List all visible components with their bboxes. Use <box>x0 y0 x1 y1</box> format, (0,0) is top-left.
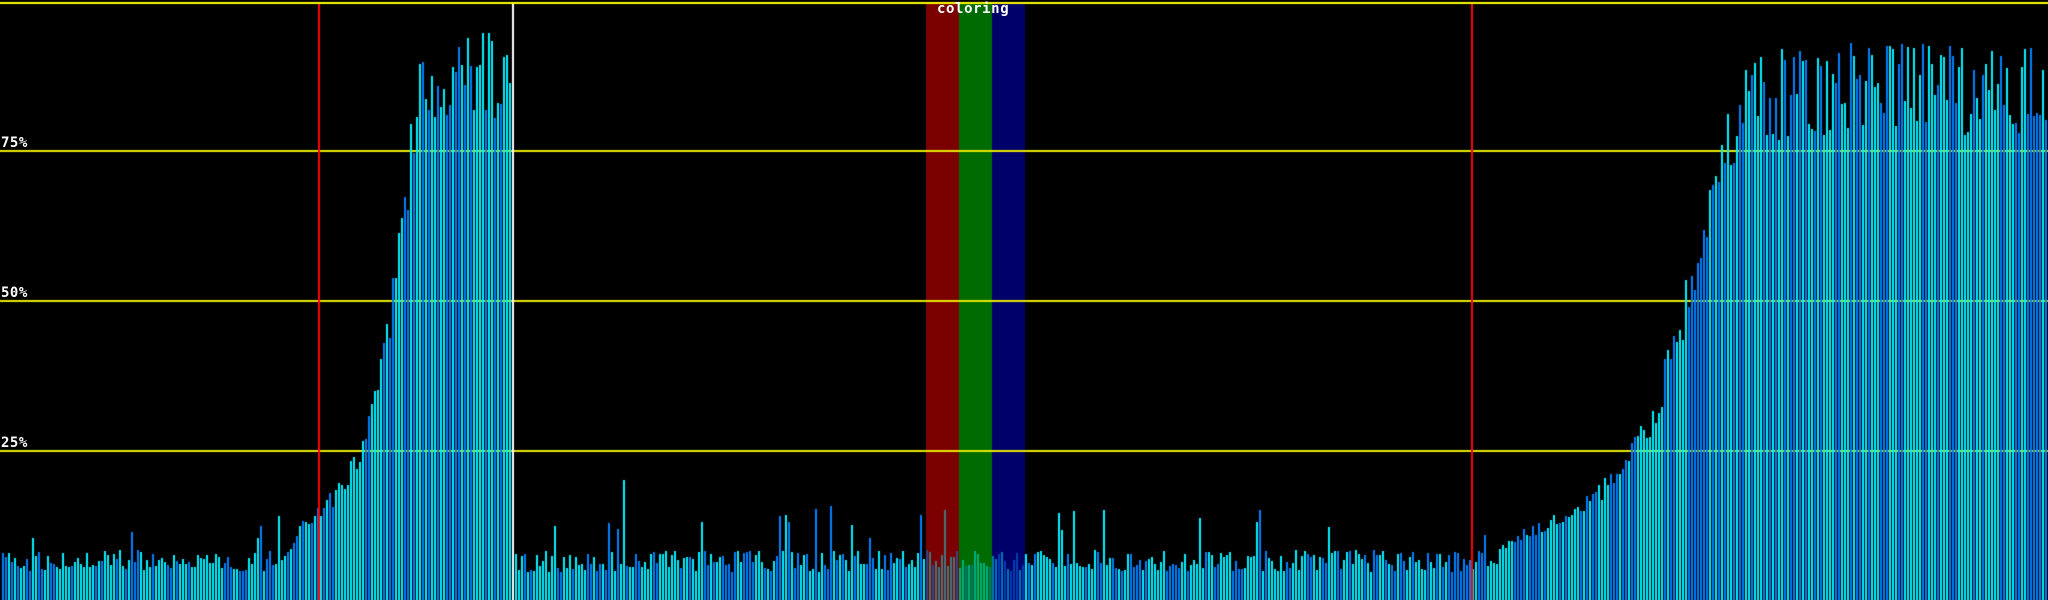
y-axis-label-25: 25% <box>1 435 28 451</box>
y-axis-label-50: 50% <box>1 285 28 301</box>
coloring-band-label: coloring <box>937 1 1010 17</box>
y-axis-label-75: 75% <box>1 135 28 151</box>
histogram-panel: 75% 50% 25% coloring <box>0 0 2048 600</box>
histogram-canvas <box>0 0 2048 600</box>
